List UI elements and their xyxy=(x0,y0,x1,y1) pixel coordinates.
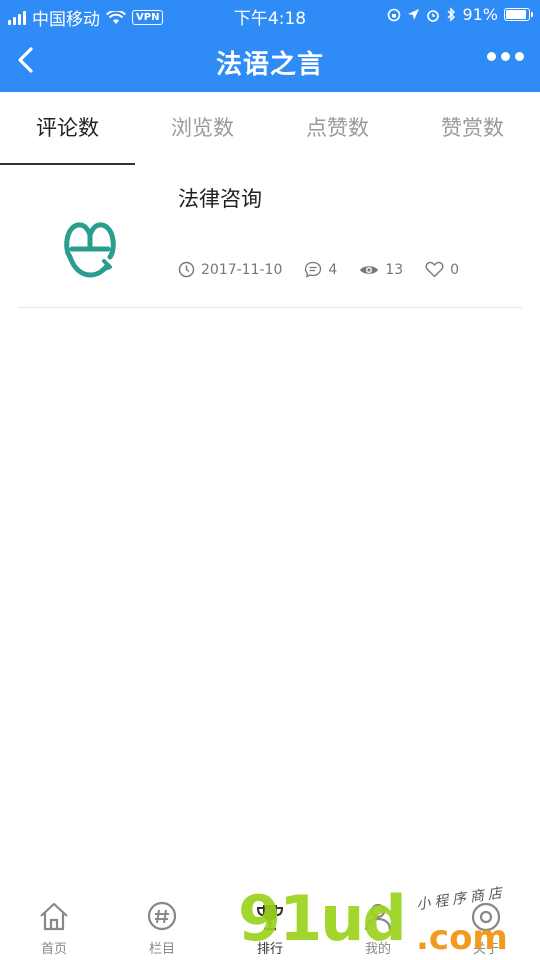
tab-rewards[interactable]: 赞赏数 xyxy=(405,92,540,165)
hashtag-icon xyxy=(147,901,177,931)
tabbar-label: 关于 xyxy=(472,942,499,957)
tab-views[interactable]: 浏览数 xyxy=(135,92,270,165)
clock-icon xyxy=(178,261,195,278)
likes-meta: 0 xyxy=(425,261,459,278)
list-item[interactable]: 法律咨询 2017-11-10 4 13 0 xyxy=(18,165,522,308)
bottom-tab-bar: 首页 栏目 排行 我的 关于 xyxy=(0,894,540,960)
alarm-icon xyxy=(427,9,440,22)
views-meta: 13 xyxy=(359,262,403,278)
date-meta: 2017-11-10 xyxy=(178,261,282,278)
heart-icon xyxy=(425,261,444,278)
comments-meta: 4 xyxy=(304,261,337,278)
app-logo-icon xyxy=(64,222,116,278)
comment-icon xyxy=(305,261,322,278)
rotation-lock-icon xyxy=(388,8,401,21)
nav-bar: 法语之言 xyxy=(0,30,540,92)
item-date: 2017-11-10 xyxy=(201,261,283,278)
user-icon xyxy=(364,903,392,931)
article-list: 法律咨询 2017-11-10 4 13 0 xyxy=(0,165,540,308)
tabbar-label: 排行 xyxy=(256,942,283,957)
home-icon xyxy=(40,902,68,931)
tabbar-label: 栏目 xyxy=(148,942,175,957)
status-bar: 中国移动 VPN 下午4:18 91% xyxy=(0,0,540,30)
eye-icon xyxy=(360,265,379,274)
tabbar-item-mine[interactable]: 我的 xyxy=(324,894,432,960)
about-icon xyxy=(471,902,501,932)
view-count: 13 xyxy=(385,261,404,278)
page-title: 法语之言 xyxy=(215,50,324,80)
item-meta: 2017-11-10 4 13 0 xyxy=(178,261,481,278)
tab-comments[interactable]: 评论数 xyxy=(0,92,135,165)
item-title[interactable]: 法律咨询 xyxy=(178,183,262,213)
tabbar-item-about[interactable]: 关于 xyxy=(432,894,540,960)
tabbar-item-ranking[interactable]: 排行 xyxy=(216,894,324,960)
bluetooth-icon xyxy=(447,7,456,22)
battery-fill xyxy=(506,10,527,19)
tab-likes[interactable]: 点赞数 xyxy=(270,92,405,165)
tabbar-item-columns[interactable]: 栏目 xyxy=(108,894,216,960)
tabbar-label: 首页 xyxy=(40,942,67,957)
comment-count: 4 xyxy=(328,261,338,278)
location-icon xyxy=(408,9,420,20)
sort-tabs: 评论数 浏览数 点赞数 赞赏数 xyxy=(0,92,540,165)
like-count: 0 xyxy=(450,261,460,278)
status-right: 91% xyxy=(387,5,533,24)
header-bar: 中国移动 VPN 下午4:18 91% 法语之言 xyxy=(0,0,540,92)
battery-icon xyxy=(504,8,533,21)
tabbar-item-home[interactable]: 首页 xyxy=(0,894,108,960)
trophy-icon xyxy=(256,905,284,931)
tabbar-label: 我的 xyxy=(364,942,391,957)
more-dots-icon[interactable] xyxy=(487,52,524,61)
battery-percent: 91% xyxy=(462,5,498,24)
